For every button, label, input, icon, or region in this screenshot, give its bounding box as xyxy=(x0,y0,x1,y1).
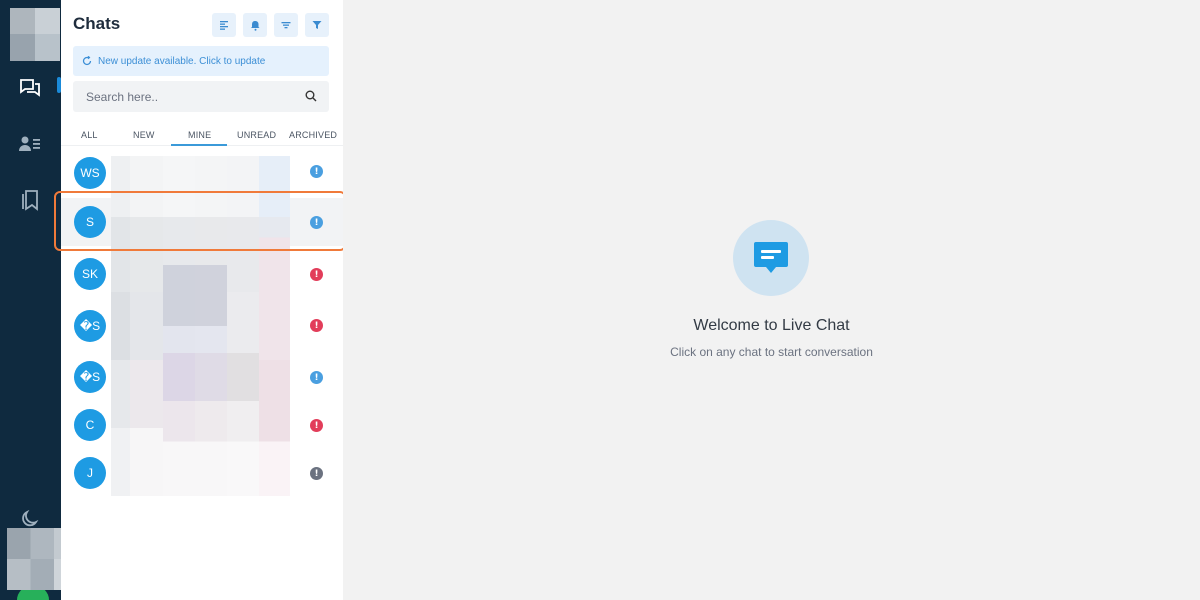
search-box xyxy=(73,81,329,112)
chat-avatar: SK xyxy=(74,258,106,290)
chat-filter-tabs: ALL NEW MINE UNREAD ARCHIVED xyxy=(61,124,343,146)
chat-status-icon: ! xyxy=(310,467,323,480)
bookmarks-nav-button[interactable] xyxy=(15,185,45,215)
tab-unread[interactable]: UNREAD xyxy=(237,130,276,140)
tab-new[interactable]: NEW xyxy=(133,130,155,140)
bell-icon xyxy=(250,20,259,31)
chat-status-icon: ! xyxy=(310,419,323,432)
tab-all[interactable]: ALL xyxy=(81,130,98,140)
chat-avatar: WS xyxy=(74,157,106,189)
sort-button[interactable] xyxy=(274,13,298,37)
search-input[interactable] xyxy=(73,81,298,112)
tab-archived[interactable]: ARCHIVED xyxy=(289,130,337,140)
update-notice-text: New update available. Click to update xyxy=(98,55,266,67)
chat-avatar: J xyxy=(74,457,106,489)
align-left-icon xyxy=(220,21,228,30)
chat-avatar: �S xyxy=(74,361,106,393)
bookmarks-icon xyxy=(22,190,38,211)
conversation-area: Welcome to Live Chat Click on any chat t… xyxy=(343,0,1200,600)
filter-button[interactable] xyxy=(305,13,329,37)
brand-logo xyxy=(10,8,60,61)
chat-status-icon: ! xyxy=(310,268,323,281)
chat-status-icon: ! xyxy=(310,319,323,332)
update-notice[interactable]: New update available. Click to update xyxy=(73,46,329,76)
chats-nav-button[interactable] xyxy=(15,73,45,103)
filter-funnel-icon xyxy=(312,21,322,29)
notifications-button[interactable] xyxy=(243,13,267,37)
sort-lines-icon xyxy=(281,22,291,29)
align-left-button[interactable] xyxy=(212,13,236,37)
moon-icon xyxy=(22,509,39,527)
contacts-nav-button[interactable] xyxy=(15,129,45,159)
chat-avatar: C xyxy=(74,409,106,441)
chat-status-icon: ! xyxy=(310,371,323,384)
welcome-title: Welcome to Live Chat xyxy=(693,317,850,334)
contacts-list-icon xyxy=(19,136,40,151)
nav-rail xyxy=(0,0,78,600)
refresh-icon xyxy=(82,56,92,66)
active-tab-underline xyxy=(171,144,227,146)
welcome-chat-icon xyxy=(733,220,809,296)
page-title: Chats xyxy=(73,14,121,33)
tab-mine[interactable]: MINE xyxy=(188,130,211,140)
chat-avatar: �S xyxy=(74,310,106,342)
chat-bubbles-icon xyxy=(20,79,40,97)
welcome-subtitle: Click on any chat to start conversation xyxy=(670,345,873,359)
search-icon[interactable] xyxy=(305,90,317,102)
selected-chat-highlight xyxy=(54,191,346,251)
chat-status-icon: ! xyxy=(310,165,323,178)
